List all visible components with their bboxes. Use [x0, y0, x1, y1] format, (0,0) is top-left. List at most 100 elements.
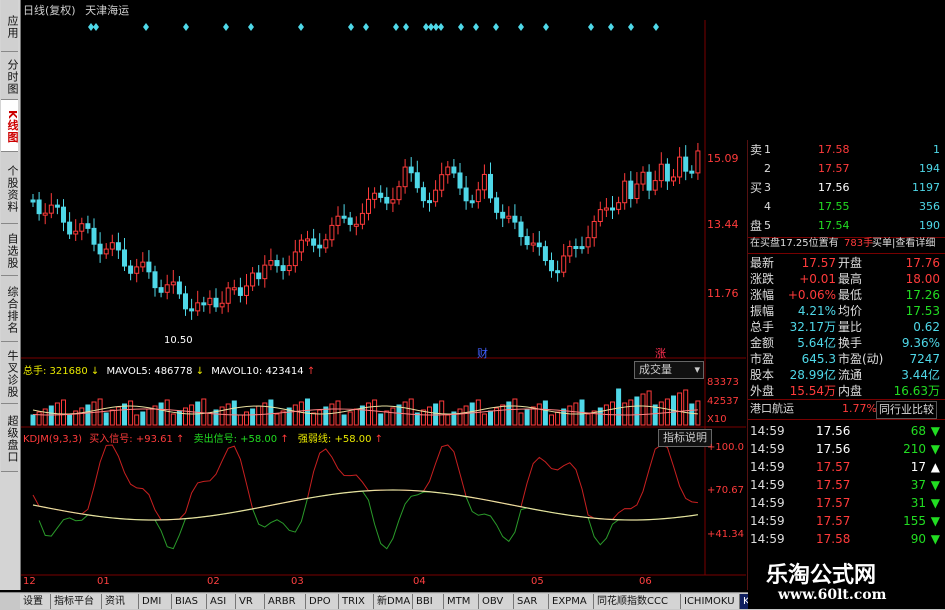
volume-bar [555, 411, 561, 426]
left-tab[interactable]: 牛叉诊股 [1, 342, 18, 404]
volume-bar [420, 409, 426, 426]
time-axis-label: 04 [413, 576, 426, 587]
candle-body [366, 198, 371, 214]
candle-body [122, 249, 127, 267]
volume-total: 总手: 321680 [23, 366, 88, 377]
candle-body [567, 246, 573, 257]
indicator-tab[interactable]: OBV [479, 594, 514, 609]
candle-body [512, 215, 518, 223]
candle-body [329, 224, 335, 241]
candle-body [213, 297, 219, 308]
buy-order-info[interactable]: 在买盘17.25位置有 783手 买单|查看详细 [748, 236, 945, 252]
candle-body [158, 287, 164, 293]
candle-body [42, 212, 48, 216]
volume-bar [585, 413, 591, 426]
left-tab[interactable]: 综合排名 [1, 276, 18, 342]
volume-bar [30, 414, 36, 426]
volume-bar [384, 410, 390, 426]
indicator-tab[interactable]: 资讯 [102, 594, 139, 609]
indicator-tab[interactable]: 指标平台 [51, 594, 102, 609]
volume-bar [549, 414, 554, 426]
indicator-tab[interactable]: ARBR [265, 594, 306, 609]
candle-body [183, 293, 188, 310]
order-book-row: 4 17.55 356 [764, 200, 940, 213]
candle-body [311, 238, 317, 246]
candle-body [408, 166, 414, 174]
volume-bar [506, 401, 512, 426]
time-axis-label: 03 [291, 576, 304, 587]
volume-bar [628, 399, 634, 426]
candle-body [36, 199, 42, 215]
order-book-row: 2 17.57 194 [764, 162, 940, 175]
sector-row[interactable]: 港口航运 1.77% 同行业比较 [748, 401, 945, 419]
event-marker-limit-up[interactable]: 涨 [655, 345, 666, 361]
indicator-dropdown[interactable]: 成交量 ▾ [634, 361, 704, 379]
indicator-tab[interactable]: VR [236, 594, 265, 609]
candle-body [475, 189, 481, 203]
candle-body [164, 284, 170, 293]
candle-body [402, 166, 408, 188]
indicator-tab[interactable]: DPO [306, 594, 339, 609]
candle-body [378, 192, 384, 198]
event-marker-finance[interactable]: 财 [477, 345, 488, 361]
info-marker-icon [183, 23, 189, 31]
volume-bar [488, 410, 493, 426]
indicator-tab[interactable]: ICHIMOKU [681, 594, 740, 609]
left-tab[interactable]: 分时图 [1, 52, 18, 100]
left-tab[interactable]: 超级盘口 [1, 404, 18, 472]
candle-body [109, 242, 115, 250]
indicator-tab[interactable]: BBI [413, 594, 444, 609]
candle-body [359, 212, 365, 225]
candle-body [219, 302, 225, 308]
candle-body [317, 244, 323, 249]
candle-body [189, 308, 195, 312]
volume-bar [42, 408, 48, 426]
volume-axis-label: X10 [707, 414, 727, 425]
info-marker-icon [403, 23, 409, 31]
info-marker-icon [628, 23, 634, 31]
volume-bar [634, 396, 640, 426]
indicator-tab[interactable]: 设置 [20, 594, 51, 609]
candle-body [115, 242, 121, 251]
candle-body [622, 180, 628, 204]
candle-body [262, 264, 268, 280]
volume-bar [408, 398, 414, 426]
indicator-tab[interactable]: DMI [139, 594, 172, 609]
left-tab[interactable]: 个股资料 [1, 152, 18, 224]
price-axis-label: 11.76 [707, 287, 739, 300]
indicator-tab[interactable]: 新DMA [374, 594, 413, 609]
indicator-tab[interactable]: BIAS [172, 594, 207, 609]
info-marker-icon [458, 23, 464, 31]
chart-area[interactable]: 日线(复权) 天津海运 15.09 13.44 11.76 10.50 财 涨 … [21, 0, 746, 590]
indicator-tab[interactable]: MTM [444, 594, 479, 609]
volume-bar [469, 402, 475, 426]
candle-body [384, 196, 390, 204]
left-tab[interactable]: K线图 [1, 100, 18, 152]
candle-body [140, 261, 146, 268]
volume-bar [652, 404, 658, 426]
indicator-tab[interactable]: 同花顺指数CCC [594, 594, 681, 609]
candle-body [579, 246, 585, 250]
left-tab[interactable]: 应用 [1, 0, 18, 52]
quote-row: 涨幅 +0.06% 最低 17.26 [750, 288, 940, 302]
watermark-url: www.60lt.com [778, 587, 887, 603]
candle-body [518, 221, 524, 238]
volume-bar [48, 405, 54, 426]
volume-bar [378, 413, 384, 426]
volume-bar [292, 404, 298, 426]
indicator-help-button[interactable]: 指标说明 [658, 429, 712, 447]
indicator-tab[interactable]: SAR [514, 594, 549, 609]
order-book-row: 买 3 17.56 1197 [750, 181, 940, 195]
arrow-down-icon: ▼ [930, 514, 940, 528]
kdj-header: KDJM(9,3,3) 买入信号: +93.61 ↑ 卖出信号: +58.00 … [23, 434, 384, 445]
candle-body [292, 251, 298, 267]
indicator-tab[interactable]: EXPMA [549, 594, 594, 609]
volume-bar [597, 407, 603, 426]
volume-header: 总手: 321680 ↓ MAVOL5: 486778 ↓ MAVOL10: 4… [23, 366, 316, 377]
volume-bar [683, 389, 689, 426]
indicator-tab[interactable]: TRIX [339, 594, 374, 609]
kline-chart-svg[interactable] [21, 0, 746, 590]
left-tab[interactable]: 自选股 [1, 224, 18, 276]
indicator-tab[interactable]: ASI [207, 594, 236, 609]
quote-row: 最新 17.57 开盘 17.76 [750, 256, 940, 270]
